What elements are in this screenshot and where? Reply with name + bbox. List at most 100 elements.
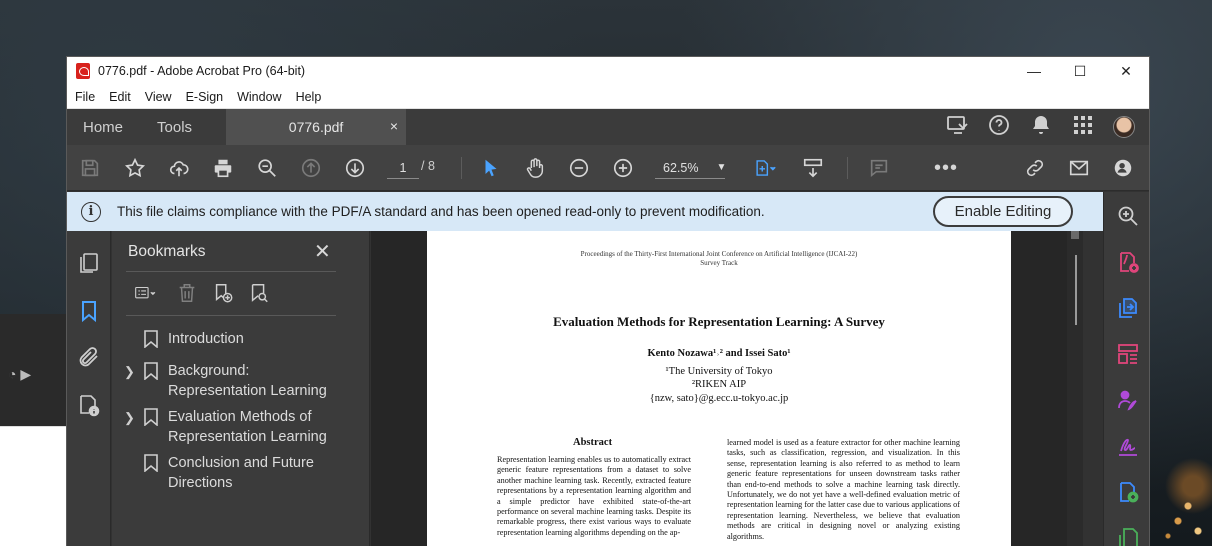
close-window-button[interactable]: ✕ — [1103, 57, 1149, 85]
chevron-down-icon: ▼ — [716, 162, 727, 173]
apps-grid-icon[interactable] — [1071, 113, 1095, 142]
bookmark-item-evaluation-methods[interactable]: ❯ Evaluation Methods of Representation L… — [124, 407, 354, 447]
bookmark-spacer — [124, 329, 144, 349]
bookmark-item-background[interactable]: ❯ Background: Representation Learning — [124, 361, 354, 401]
print-icon[interactable] — [209, 145, 237, 191]
bookmark-icon — [144, 362, 158, 381]
toolbar-divider — [847, 157, 848, 179]
tab-document[interactable]: 0776.pdf × — [226, 109, 407, 145]
document-scrollbar[interactable] — [1067, 231, 1083, 546]
menu-help[interactable]: Help — [296, 90, 322, 104]
next-page-icon[interactable] — [341, 145, 369, 191]
bookmark-item-introduction[interactable]: Introduction — [124, 329, 354, 349]
zoom-search-icon[interactable] — [253, 145, 281, 191]
select-cursor-icon[interactable] — [477, 145, 505, 191]
hand-tool-icon[interactable] — [521, 145, 549, 191]
background-app-content — [0, 426, 66, 546]
acrobat-app-icon — [76, 63, 90, 79]
bookmark-options-icon[interactable] — [128, 281, 164, 305]
page-thumbnails-icon[interactable] — [77, 251, 101, 275]
tab-bar-actions — [945, 109, 1135, 145]
zoom-in-icon[interactable] — [609, 145, 637, 191]
paper-authors: Kento Nozawa¹˒² and Issei Sato¹ — [647, 348, 791, 359]
panel-divider — [126, 315, 336, 316]
new-bookmark-icon[interactable] — [210, 281, 236, 305]
background-app-icons: ◔ ▶ — [8, 366, 32, 382]
tab-tools[interactable]: Tools — [139, 109, 208, 145]
page-fit-icon[interactable] — [747, 145, 783, 191]
cloud-upload-icon[interactable] — [165, 145, 193, 191]
toolbar-divider — [461, 157, 462, 179]
comment-icon[interactable] — [865, 145, 893, 191]
bookmark-search-icon[interactable] — [246, 281, 272, 305]
zoom-level-select[interactable]: 62.5% ▼ — [655, 157, 727, 179]
share-screen-icon[interactable] — [945, 113, 969, 142]
bookmarks-panel-icon[interactable] — [77, 299, 101, 323]
scrollbar-top[interactable] — [1071, 231, 1079, 239]
abstract-heading: Abstract — [573, 437, 613, 448]
create-pdf-icon[interactable] — [1116, 250, 1140, 274]
fill-and-sign-icon[interactable] — [1116, 434, 1140, 458]
zoom-tool-icon[interactable] — [1116, 204, 1140, 228]
bookmark-toolbar — [128, 281, 272, 305]
proceedings-line: Proceedings of the Thirty-First Internat… — [580, 250, 858, 258]
email-icon[interactable] — [1065, 145, 1093, 191]
zoom-out-icon[interactable] — [565, 145, 593, 191]
request-signature-icon[interactable] — [1116, 388, 1140, 412]
chevron-right-icon[interactable]: ❯ — [124, 407, 144, 447]
track-line: Survey Track — [700, 259, 738, 267]
link-icon[interactable] — [1021, 145, 1049, 191]
tab-bar: Home Tools 0776.pdf × — [67, 109, 1149, 145]
tab-document-label: 0776.pdf — [288, 119, 344, 135]
export-pdf-icon[interactable] — [1116, 296, 1140, 320]
page-number-input[interactable]: 1 — [387, 157, 419, 179]
bookmark-star-icon[interactable] — [121, 145, 149, 191]
organize-pages-icon[interactable] — [1116, 342, 1140, 366]
chevron-right-icon[interactable]: ❯ — [124, 361, 144, 401]
pdfa-info-bar: i This file claims compliance with the P… — [67, 192, 1103, 231]
minimize-button[interactable]: — — [1011, 57, 1057, 85]
more-options-icon[interactable]: ••• — [931, 145, 961, 191]
panel-divider — [126, 271, 336, 272]
notifications-bell-icon[interactable] — [1029, 113, 1053, 142]
bookmark-icon — [144, 454, 158, 473]
background-app-window: ◔ ▶ — [0, 314, 66, 546]
affiliation-2: ²RIKEN AIP — [691, 379, 747, 390]
edit-pdf-icon[interactable] — [1116, 526, 1140, 546]
bookmark-item-conclusion[interactable]: Conclusion and Future Directions — [124, 453, 354, 493]
help-icon[interactable] — [987, 113, 1011, 142]
maximize-button[interactable]: ☐ — [1057, 57, 1103, 85]
menu-view[interactable]: View — [145, 90, 172, 104]
bookmark-label: Evaluation Methods of Representation Lea… — [168, 409, 327, 445]
save-icon[interactable] — [77, 145, 103, 191]
close-panel-icon[interactable]: ✕ — [314, 239, 331, 264]
user-avatar[interactable] — [1113, 116, 1135, 138]
scroll-mode-icon[interactable] — [799, 145, 827, 191]
close-tab-icon[interactable]: × — [390, 118, 398, 134]
left-navigation-rail — [67, 231, 111, 546]
page-total: / 8 — [421, 159, 435, 173]
menu-window[interactable]: Window — [237, 90, 281, 104]
add-user-icon[interactable] — [1109, 145, 1137, 191]
enable-editing-button[interactable]: Enable Editing — [933, 196, 1073, 227]
right-tools-rail — [1103, 192, 1149, 546]
bookmark-icon — [144, 330, 158, 349]
document-viewport[interactable]: Proceedings of the Thirty-First Internat… — [371, 231, 1083, 546]
delete-bookmark-icon[interactable] — [174, 281, 200, 305]
pdf-page[interactable]: Proceedings of the Thirty-First Internat… — [427, 231, 1011, 546]
acrobat-window: 0776.pdf - Adobe Acrobat Pro (64-bit) — … — [66, 56, 1150, 546]
tab-home[interactable]: Home — [67, 109, 139, 145]
document-properties-icon[interactable] — [77, 393, 101, 417]
bookmarks-title: Bookmarks — [128, 243, 206, 260]
attachments-icon[interactable] — [77, 345, 101, 369]
menu-bar: File Edit View E-Sign Window Help — [67, 85, 1149, 109]
menu-file[interactable]: File — [75, 90, 95, 104]
menu-edit[interactable]: Edit — [109, 90, 131, 104]
bookmark-label: Conclusion and Future Directions — [168, 455, 314, 491]
compress-pdf-icon[interactable] — [1116, 480, 1140, 504]
scrollbar-thumb[interactable] — [1075, 255, 1077, 325]
info-message: This file claims compliance with the PDF… — [117, 204, 765, 219]
previous-page-icon[interactable] — [297, 145, 325, 191]
desktop-lights — [1148, 416, 1212, 546]
menu-esign[interactable]: E-Sign — [186, 90, 224, 104]
